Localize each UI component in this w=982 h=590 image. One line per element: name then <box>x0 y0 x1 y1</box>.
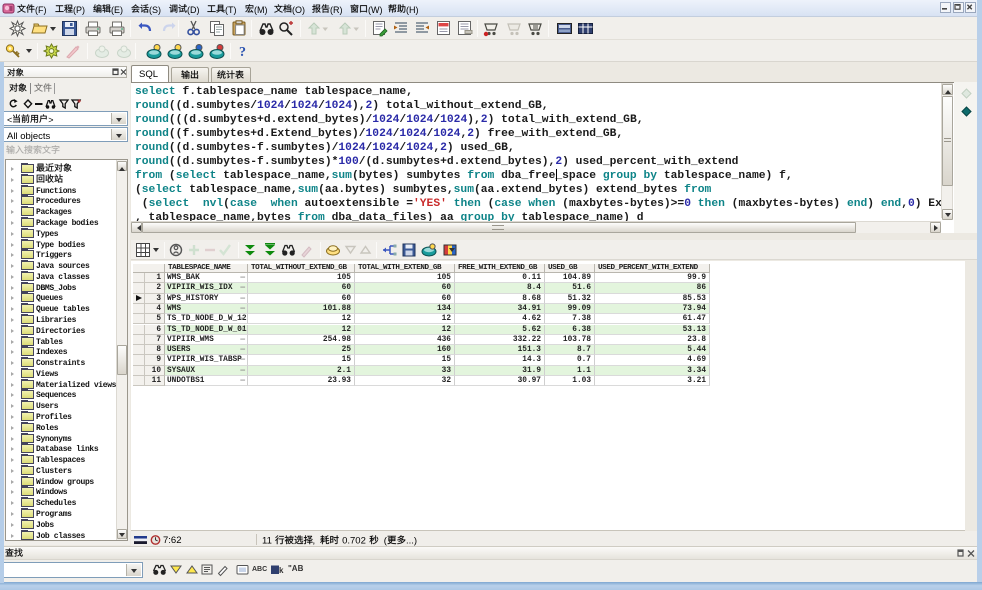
svg-text:?: ? <box>239 45 246 60</box>
svg-text:k: k <box>279 566 284 575</box>
